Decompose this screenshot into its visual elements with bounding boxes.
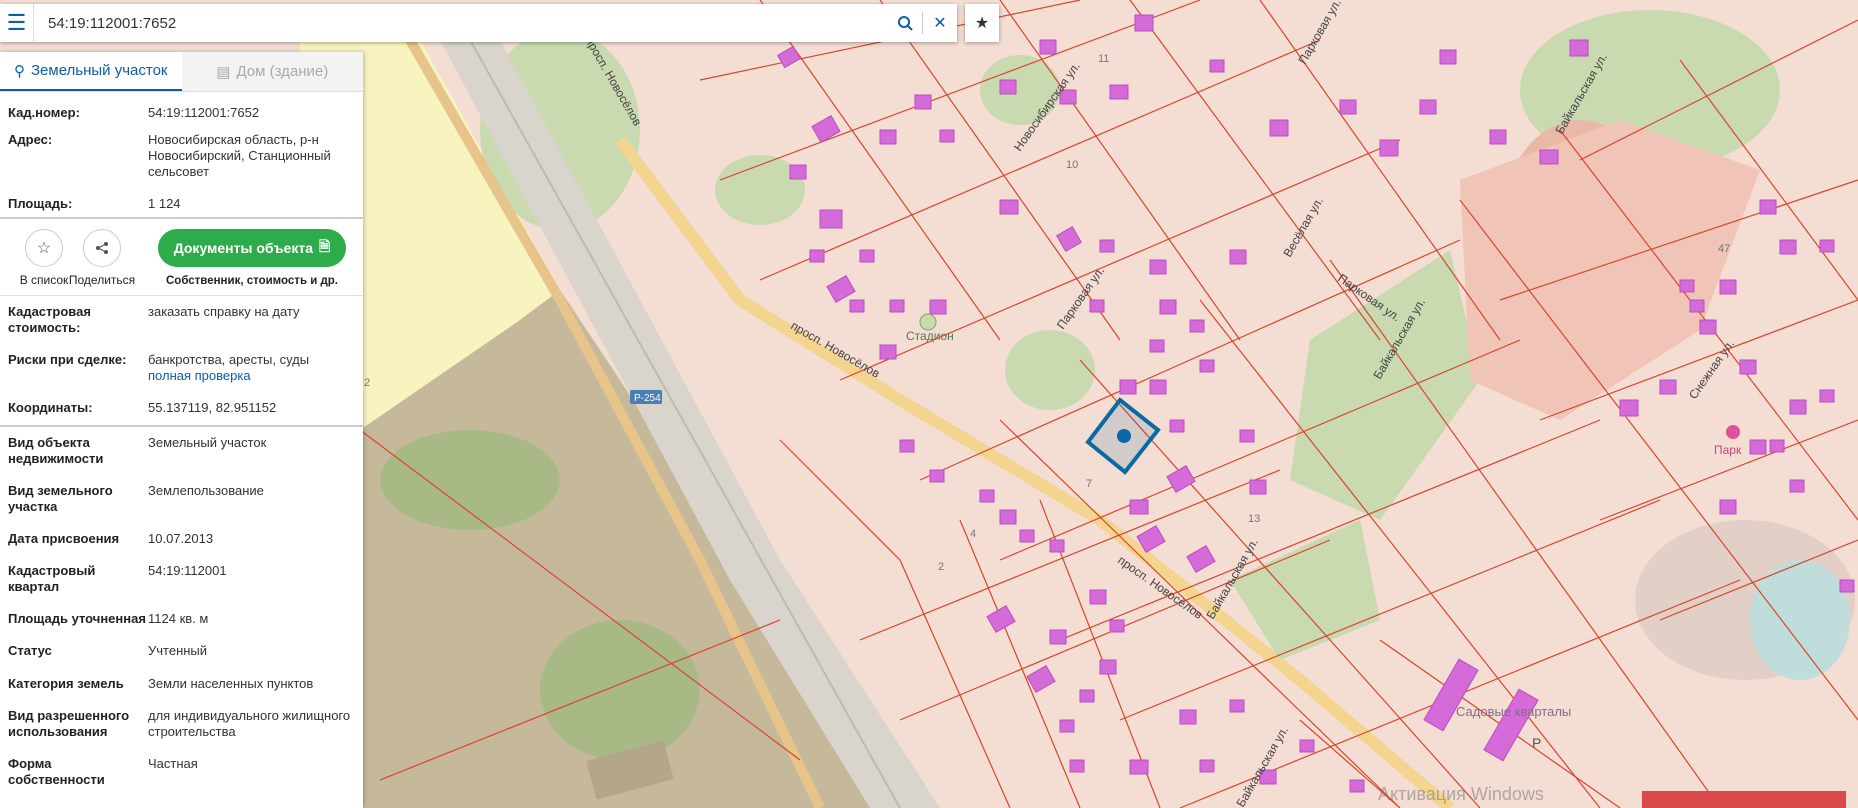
forest-patch (380, 430, 560, 530)
info-label: Кадастровый квартал (8, 563, 96, 594)
info-label: Статус (8, 643, 52, 658)
action-label: Поделиться (68, 273, 136, 287)
map-pin-icon[interactable] (1117, 429, 1131, 443)
info-row-cad-cost: Кадастровая стоимость: заказать справку … (0, 304, 363, 352)
info-label: Категория земель (8, 676, 124, 691)
parking-label: P (1532, 735, 1541, 751)
red-banner[interactable] (1642, 791, 1846, 808)
park-icon (1726, 425, 1740, 439)
info-value: 1124 кв. м (148, 611, 209, 626)
search-bar: ☰ ✕ (0, 4, 957, 42)
tab-label: Дом (здание) (236, 63, 329, 80)
info-row-ownership: Форма собственности Частная (0, 756, 363, 796)
info-row-cadnumber: Кад.номер: 54:19:112001:7652 (0, 105, 363, 132)
house-number: 2 (938, 561, 944, 573)
full-check-link[interactable]: полная проверка (148, 368, 355, 384)
star-icon[interactable]: ★ (965, 4, 999, 42)
tab-label: Земельный участок (30, 62, 168, 79)
stadium-icon (919, 313, 937, 331)
info-value: 1 124 (148, 196, 181, 211)
info-row-date: Дата присвоения 10.07.2013 (0, 531, 363, 563)
tab-land-plot[interactable]: ⚲ Земельный участок (0, 52, 182, 91)
house-number: 47 (1718, 243, 1730, 255)
info-row-coordinates: Координаты: 55.137119, 82.951152 (0, 400, 363, 425)
info-value: Земельный участок (148, 435, 267, 450)
info-label: Кад.номер: (8, 105, 80, 120)
poi-sadovye-label: Садовые кварталы (1456, 704, 1571, 719)
building-icon: ▤ (216, 63, 231, 81)
info-value: Новосибирская область, р-н Новосибирский… (148, 132, 331, 179)
share-button[interactable]: Поделиться (69, 229, 135, 287)
info-label: Риски при сделке: (8, 352, 127, 367)
windows-activation-watermark: Активация Windows (1378, 784, 1544, 804)
info-row-address: Адрес: Новосибирская область, р-н Новоси… (0, 132, 363, 196)
info-row-area: Площадь: 1 124 (0, 196, 363, 217)
info-label: Адрес: (8, 132, 53, 147)
info-value: Землепользование (148, 483, 264, 498)
info-value: для индивидуального жилищного строительс… (148, 708, 351, 739)
house-number: 7 (1086, 478, 1092, 490)
documents-label: Документы объекта (173, 240, 313, 256)
info-row-refined-area: Площадь уточненная 1124 кв. м (0, 611, 363, 643)
info-row-permitted-use: Вид разрешенного использования для индив… (0, 708, 363, 756)
info-value: 54:19:112001 (148, 563, 227, 578)
info-label: Вид объекта недвижимости (8, 435, 104, 466)
info-label: Форма собственности (8, 756, 105, 787)
forest-patch (540, 620, 700, 760)
documents-subtitle: Собственник, стоимость и др. (165, 275, 338, 287)
info-value: 55.137119, 82.951152 (148, 400, 277, 415)
info-label: Дата присвоения (8, 531, 120, 546)
info-row-plot-type: Вид земельного участка Землепользование (0, 483, 363, 531)
order-certificate-link[interactable]: заказать справку на дату (148, 304, 355, 352)
poi-park-label: Парк (1714, 443, 1742, 457)
cadnumber-link[interactable]: 54:19:112001:7652 (148, 105, 355, 132)
info-value: Частная (148, 756, 198, 771)
star-icon: ☆ (25, 229, 63, 267)
search-input[interactable] (34, 4, 888, 42)
document-icon: 🗎 (319, 238, 331, 254)
actions-bar: ☆ В список Поделиться Документы объекта … (0, 219, 363, 295)
info-row-status: Статус Учтенный (0, 643, 363, 676)
close-icon[interactable]: ✕ (923, 4, 957, 42)
info-value: Земли населенных пунктов (148, 676, 314, 691)
road-shield-label: Р-254 (634, 393, 661, 404)
info-row-category: Категория земель Земли населенных пункто… (0, 676, 363, 708)
info-label: Вид земельного участка (8, 483, 113, 514)
info-label: Площадь уточненная (8, 611, 146, 626)
info-label: Вид разрешенного использования (8, 708, 130, 739)
info-row-quarter: Кадастровый квартал 54:19:112001 (0, 563, 363, 611)
house-number: 10 (1066, 159, 1078, 171)
info-label: Кадастровая стоимость: (8, 304, 91, 335)
info-label: Координаты: (8, 400, 93, 415)
hamburger-icon[interactable]: ☰ (0, 4, 34, 42)
share-icon (83, 229, 121, 267)
house-number: 2 (364, 377, 370, 389)
info-value: банкротства, аресты, суды (148, 352, 310, 367)
info-panel: ⚲ Земельный участок ▤ Дом (здание) Кад.н… (0, 52, 363, 808)
info-label: Площадь: (8, 196, 73, 211)
poi-stadium-label: Стадион (906, 329, 954, 343)
map-pin-icon: ⚲ (13, 62, 25, 80)
house-number: 11 (1098, 53, 1109, 65)
tab-building[interactable]: ▤ Дом (здание) (181, 52, 363, 91)
info-value: Учтенный (148, 643, 208, 658)
documents-button[interactable]: Документы объекта 🗎 (158, 229, 346, 267)
info-row-object-type: Вид объекта недвижимости Земельный участ… (0, 435, 363, 483)
house-number: 13 (1248, 513, 1260, 525)
info-row-risks: Риски при сделке: банкротства, аресты, с… (0, 352, 363, 400)
info-value: 10.07.2013 (148, 531, 214, 546)
search-icon[interactable] (888, 4, 922, 42)
action-label: В список (19, 273, 69, 287)
house-number: 4 (970, 528, 976, 540)
